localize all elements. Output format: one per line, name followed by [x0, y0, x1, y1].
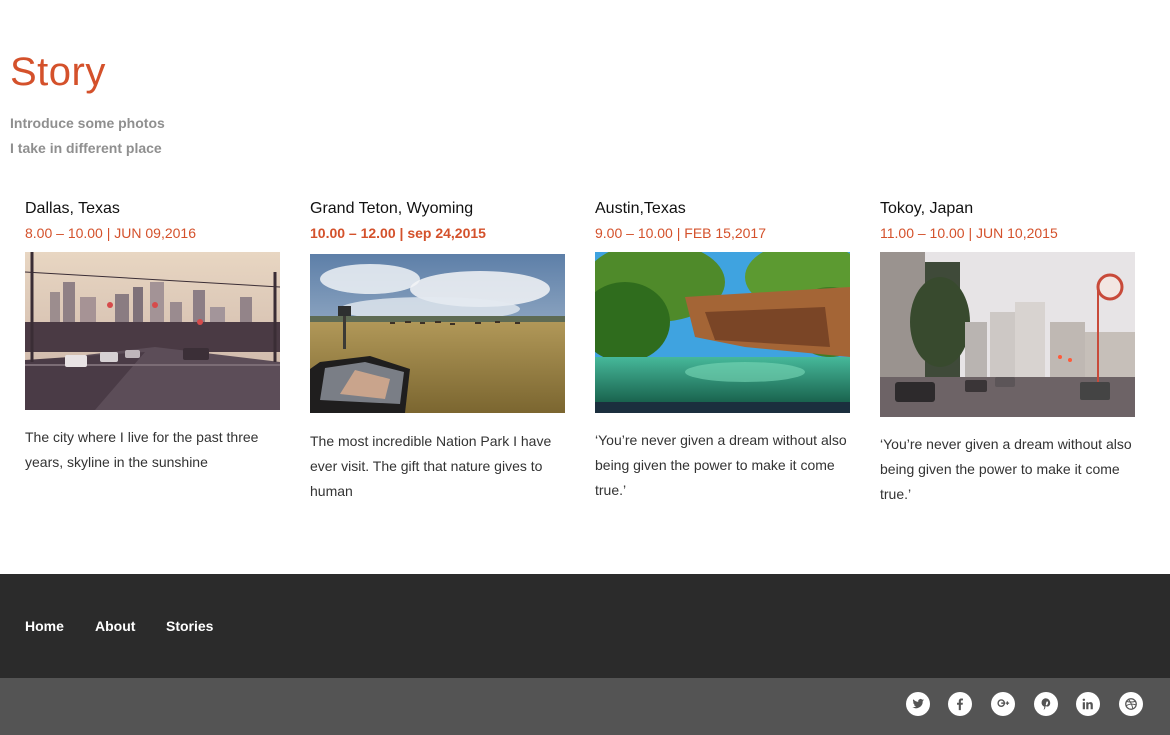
footer-social-bar	[0, 678, 1170, 735]
story-title: Austin,Texas	[595, 200, 686, 217]
story-card-dallas: Dallas, Texas 8.00 – 10.00 | JUN 09,2016	[25, 199, 280, 475]
story-card-tokyo: Tokoy, Japan 11.00 – 10.00 | JUN 10,2015…	[880, 199, 1135, 507]
story-date: 8.00 – 10.00 | JUN 09,2016	[25, 225, 196, 241]
story-date: 9.00 – 10.00 | FEB 15,2017	[595, 225, 766, 241]
story-title: Tokoy, Japan	[880, 200, 974, 217]
story-card-grand-teton: Grand Teton, Wyoming 10.00 – 12.00 | sep…	[310, 199, 565, 504]
story-photo-tokyo[interactable]	[880, 252, 1135, 417]
intro-text: Introduce some photos I take in differen…	[10, 111, 165, 161]
intro-line-2: I take in different place	[10, 140, 162, 156]
story-title: Dallas, Texas	[25, 200, 120, 217]
story-description: The city where I live for the past three…	[25, 429, 259, 470]
footer-link-about[interactable]: About	[95, 618, 135, 634]
facebook-icon[interactable]	[948, 692, 972, 716]
page-title: Story	[10, 50, 106, 94]
story-photo-grand-teton[interactable]	[310, 254, 565, 413]
story-date: 10.00 – 12.00 | sep 24,2015	[310, 225, 486, 241]
story-card-austin: Austin,Texas 9.00 – 10.00 | FEB 15,2017 …	[595, 199, 850, 503]
story-photo-austin[interactable]	[595, 252, 850, 413]
footer-nav: Home About Stories	[0, 574, 1170, 678]
footer-link-stories[interactable]: Stories	[166, 618, 213, 634]
story-description: ‘You’re never given a dream without also…	[595, 432, 847, 498]
story-title: Grand Teton, Wyoming	[310, 200, 474, 217]
story-photo-dallas[interactable]	[25, 252, 280, 410]
footer-link-home[interactable]: Home	[25, 618, 64, 634]
linkedin-icon[interactable]	[1076, 692, 1100, 716]
intro-line-1: Introduce some photos	[10, 115, 165, 131]
story-description: ‘You’re never given a dream without also…	[880, 436, 1132, 502]
story-description: The most incredible Nation Park I have e…	[310, 433, 552, 499]
dribbble-icon[interactable]	[1119, 692, 1143, 716]
pinterest-icon[interactable]	[1034, 692, 1058, 716]
story-date: 11.00 – 10.00 | JUN 10,2015	[880, 225, 1058, 241]
google-plus-icon[interactable]	[991, 692, 1015, 716]
twitter-icon[interactable]	[906, 692, 930, 716]
